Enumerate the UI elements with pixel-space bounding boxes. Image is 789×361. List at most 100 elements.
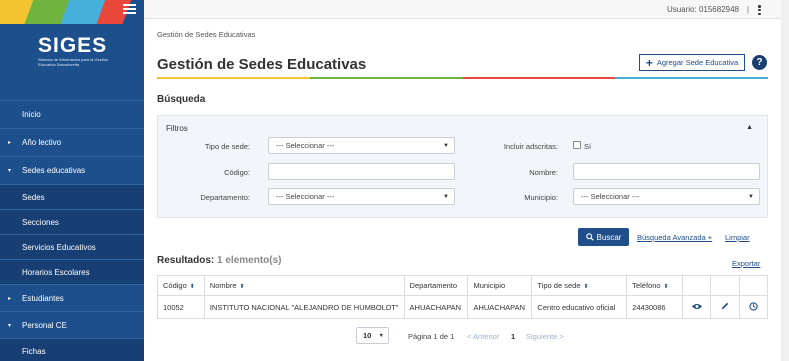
adscritas-label: Incluir adscritas: [503, 142, 558, 151]
sidebar-item-servicios-educativos[interactable]: Servicios Educativos [0, 234, 144, 259]
sidebar-item-fichas[interactable]: Fichas [0, 338, 144, 361]
results-title: Resultados: 1 elemento(s) [157, 255, 281, 266]
results-table: Código ⬍ Nombre ⬍ Departamento Municipio T… [157, 275, 769, 319]
chevron-down-icon: ▾ [8, 168, 12, 174]
sidebar-item-label: Servicios Educativos [22, 242, 96, 252]
collapse-icon[interactable]: ▲ [746, 124, 753, 131]
chevron-down-icon: ▾ [8, 322, 12, 329]
history-cell [738, 295, 769, 319]
sidebar-item-label: Fichas [22, 346, 46, 356]
sidebar-item-sedes-educativas[interactable]: ▾ Sedes educativas [0, 156, 144, 184]
results-label: Resultados: [157, 255, 215, 266]
page-number-1[interactable]: 1 [511, 332, 515, 341]
table-row: 10052 INSTITUTO NACIONAL "ALEJANDRO DE H… [157, 295, 769, 319]
municipio-value: --- Seleccionar --- [581, 192, 640, 201]
sidebar-item-personal-ce[interactable]: ▾ Personal CE [0, 311, 144, 338]
logo-subtitle: Sistema de Información para la Gestión E… [38, 57, 109, 67]
municipio-label: Municipio: [524, 193, 558, 202]
sidebar-item-label: Horarios Escolares [22, 267, 90, 277]
top-bar: Usuario: 015682948 | [144, 0, 789, 19]
sidebar-item-label: Personal CE [22, 320, 67, 330]
scrollbar[interactable] [781, 0, 789, 361]
advanced-search-link[interactable]: Búsqueda Avanzada + [637, 233, 712, 242]
sort-icon: ⬍ [239, 284, 245, 290]
search-icon [585, 233, 594, 241]
sidebar-item-label: Inicio [22, 110, 41, 119]
page-size-value: 10 [363, 331, 372, 340]
add-sede-label: Agregar Sede Educativa [656, 58, 739, 67]
sidebar-item-label: Secciones [22, 217, 59, 227]
breadcrumb[interactable]: Gestión de Sedes Educativas [157, 30, 255, 39]
sidebar-item-secciones[interactable]: Secciones [0, 209, 144, 234]
column-header-view [681, 275, 712, 296]
logo-area: SIGES Sistema de Información para la Ges… [0, 0, 144, 100]
sort-icon: ⬍ [583, 284, 589, 290]
help-icon[interactable]: ? [752, 55, 767, 70]
sort-icon: ⬍ [189, 284, 195, 290]
search-button-label: Buscar [596, 232, 622, 242]
dropdown-arrow-icon: ▼ [748, 193, 754, 200]
departamento-label: Departamento: [200, 193, 250, 202]
export-link[interactable]: Exportar [732, 259, 760, 268]
next-page-link[interactable]: Siguiente > [526, 332, 564, 341]
cell-tipo-sede: Centro educativo oficial [531, 295, 628, 319]
plus-icon: + [645, 55, 653, 70]
add-sede-button[interactable]: + Agregar Sede Educativa [639, 54, 745, 71]
column-header-tipo-sede[interactable]: Tipo de sede ⬍ [531, 275, 628, 296]
filters-title: Filtros [166, 124, 188, 133]
table-header-row: Código ⬍ Nombre ⬍ Departamento Municipio T… [157, 275, 769, 296]
sidebar-item-inicio[interactable]: Inicio [0, 100, 144, 128]
sidebar: SIGES Sistema de Información para la Ges… [0, 0, 144, 361]
codigo-input[interactable] [268, 163, 455, 180]
more-options-icon[interactable] [758, 5, 761, 15]
sidebar-item-label: Estudiantes [22, 293, 64, 303]
tipo-sede-select[interactable]: --- Seleccionar --- ▼ [268, 137, 455, 154]
sidebar-item-ano-lectivo[interactable]: ▸ Año lectivo [0, 128, 144, 156]
previous-page-link[interactable]: < Anterior [467, 332, 499, 341]
view-cell [681, 295, 712, 319]
nombre-input[interactable] [573, 163, 760, 180]
cell-nombre: INSTITUTO NACIONAL "ALEJANDRO DE HUMBOLD… [203, 295, 405, 319]
eye-icon[interactable] [691, 303, 702, 310]
clock-icon[interactable] [749, 301, 758, 311]
dropdown-arrow-icon: ▼ [443, 142, 449, 149]
sort-icon: ⬍ [663, 284, 669, 290]
search-button[interactable]: Buscar [578, 228, 629, 246]
column-header-history [738, 275, 769, 296]
tipo-sede-value: --- Seleccionar --- [276, 141, 335, 150]
logo: SIGES [38, 34, 108, 57]
edit-cell [710, 295, 740, 319]
sidebar-item-label: Sedes [22, 192, 45, 202]
sidebar-item-sedes[interactable]: Sedes [0, 184, 144, 209]
cell-codigo: 10052 [157, 295, 205, 319]
cell-municipio: AHUACHAPAN [467, 295, 533, 319]
tipo-sede-label: Tipo de sede: [204, 142, 250, 151]
municipio-select[interactable]: --- Seleccionar --- ▼ [573, 188, 760, 205]
page-size-select[interactable]: 10 ▼ [356, 327, 389, 344]
column-header-telefono[interactable]: Teléfono ⬍ [626, 275, 683, 296]
column-header-codigo[interactable]: Código ⬍ [157, 275, 205, 296]
divider: | [746, 5, 749, 14]
clear-link[interactable]: Limpiar [725, 233, 750, 242]
codigo-label: Código: [224, 168, 250, 177]
search-section-title: Búsqueda [157, 94, 206, 105]
cell-telefono: 24430086 [626, 295, 683, 319]
adscritas-checkbox[interactable] [573, 141, 581, 149]
column-header-municipio: Municipio [467, 275, 533, 296]
departamento-value: --- Seleccionar --- [276, 192, 335, 201]
filters-panel: Filtros ▲ Tipo de sede: --- Seleccionar … [157, 115, 768, 218]
sidebar-item-label: Año lectivo [22, 138, 62, 147]
menu-toggle-icon[interactable] [123, 4, 136, 14]
page-info: Página 1 de 1 [408, 332, 455, 341]
pencil-icon[interactable] [721, 302, 729, 310]
dropdown-arrow-icon: ▼ [443, 193, 449, 200]
page-title: Gestión de Sedes Educativas [157, 56, 367, 73]
column-header-nombre[interactable]: Nombre ⬍ [203, 275, 405, 296]
user-label: Usuario: 015682948 [666, 5, 739, 14]
sidebar-item-horarios-escolares[interactable]: Horarios Escolares [0, 259, 144, 284]
departamento-select[interactable]: --- Seleccionar --- ▼ [268, 188, 455, 205]
sidebar-nav: Inicio ▸ Año lectivo ▾ Sedes educativas Se… [0, 100, 144, 361]
color-divider [157, 77, 768, 79]
column-header-departamento: Departamento [403, 275, 469, 296]
sidebar-item-estudiantes[interactable]: ▸ Estudiantes [0, 284, 144, 311]
